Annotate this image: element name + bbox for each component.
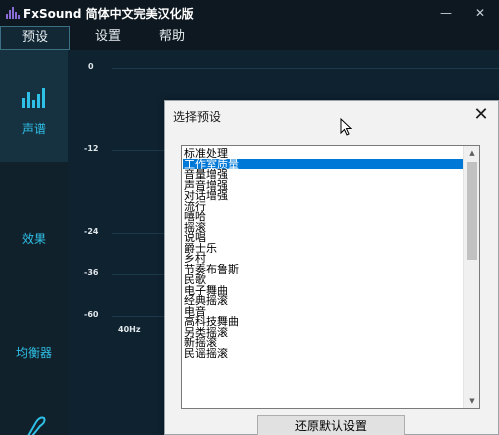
preset-list-item[interactable]: 经典摇滚 [183, 295, 463, 305]
dialog-close-button[interactable]: ✕ [470, 104, 492, 126]
preset-list-item[interactable]: 电子舞曲 [183, 285, 463, 295]
preset-list-item[interactable]: 另类摇滚 [183, 327, 463, 337]
fxsound-logo-icon [6, 7, 20, 19]
menu-presets[interactable]: 预设 [0, 26, 70, 50]
x-axis-label: 40Hz [118, 325, 141, 334]
preset-list-item[interactable]: 电音 [183, 306, 463, 316]
minimize-button[interactable]: — [436, 4, 456, 22]
mouse-cursor-icon [340, 118, 352, 136]
sidebar-item-label: 均衡器 [15, 346, 52, 360]
close-app-button[interactable]: ✕ [470, 4, 490, 22]
y-axis-label: -24 [84, 227, 99, 236]
scroll-up-arrow-icon[interactable]: ▲ [464, 146, 479, 160]
preset-listbox[interactable]: 标准处理 工作室质量 音量增强 声音增强 对话增强 流行 嘻哈 摇滚 说唱 爵士乐 乡村 节奏布鲁斯民… [181, 145, 480, 409]
preset-list-item[interactable]: 说唱 [183, 232, 463, 242]
sidebar-item-boost[interactable] [0, 416, 68, 435]
rocket-icon [27, 416, 46, 435]
preset-list-item[interactable]: 摇滚 [183, 222, 463, 232]
preset-list-item[interactable]: 对话增强 [183, 190, 463, 200]
preset-list: 标准处理 工作室质量 音量增强 声音增强 对话增强 流行 嘻哈 摇滚 说唱 爵士乐 乡村 节奏布鲁斯民… [183, 148, 463, 358]
y-axis-label: -12 [84, 144, 99, 153]
preset-list-item[interactable]: 流行 [183, 201, 463, 211]
preset-list-item[interactable]: 民谣摇滚 [183, 348, 463, 358]
sidebar: 声谱 效果 均衡器 [0, 50, 68, 435]
sidebar-item-label: 声谱 [21, 122, 46, 136]
preset-list-item[interactable]: 嘻哈 [183, 211, 463, 221]
y-axis-label: -36 [84, 268, 99, 277]
restore-defaults-button[interactable]: 还原默认设置 [257, 415, 405, 435]
sidebar-item-label: 效果 [21, 232, 46, 246]
preset-list-item[interactable]: 新摇滚 [183, 337, 463, 347]
sidebar-item-spectrum[interactable]: 声谱 [0, 50, 68, 162]
menu-bar: 预设 设置 帮助 [0, 26, 499, 50]
sidebar-item-equalizer[interactable]: 均衡器 [0, 344, 68, 364]
select-preset-dialog: 选择预设 ✕ 标准处理 工作室质量 音量增强 声音增强 对话增强 流行 嘻哈 摇滚 说唱 爵士乐乡… [164, 100, 499, 435]
preset-list-item[interactable]: 乡村 [183, 253, 463, 263]
preset-list-item[interactable]: 标准处理 [183, 148, 463, 158]
preset-list-item[interactable]: 声音增强 [183, 180, 463, 190]
preset-list-item[interactable]: 爵士乐 [183, 243, 463, 253]
scrollbar-thumb[interactable] [467, 162, 477, 260]
y-axis-label: -60 [84, 310, 99, 319]
menu-help[interactable]: 帮助 [148, 26, 196, 50]
equalizer-bars-icon [22, 88, 48, 108]
y-axis-label: 0 [88, 62, 94, 71]
dialog-title: 选择预设 [173, 110, 222, 124]
scroll-down-arrow-icon[interactable]: ▼ [464, 394, 479, 408]
preset-list-item[interactable]: 音量增强 [183, 169, 463, 179]
title-bar: FxSound 简体中文完美汉化版 — ✕ [0, 0, 499, 26]
window-title: FxSound 简体中文完美汉化版 [23, 7, 194, 21]
menu-settings[interactable]: 设置 [84, 26, 132, 50]
preset-list-item[interactable]: 高科技舞曲 [183, 316, 463, 326]
preset-list-item[interactable]: 民歌 [183, 274, 463, 284]
preset-list-item[interactable]: 节奏布鲁斯 [183, 264, 463, 274]
preset-list-item[interactable]: 工作室质量 [183, 158, 463, 169]
sidebar-item-effects[interactable]: 效果 [0, 230, 68, 250]
listbox-scrollbar[interactable]: ▲ ▼ [463, 146, 479, 408]
grid-line [112, 68, 499, 69]
